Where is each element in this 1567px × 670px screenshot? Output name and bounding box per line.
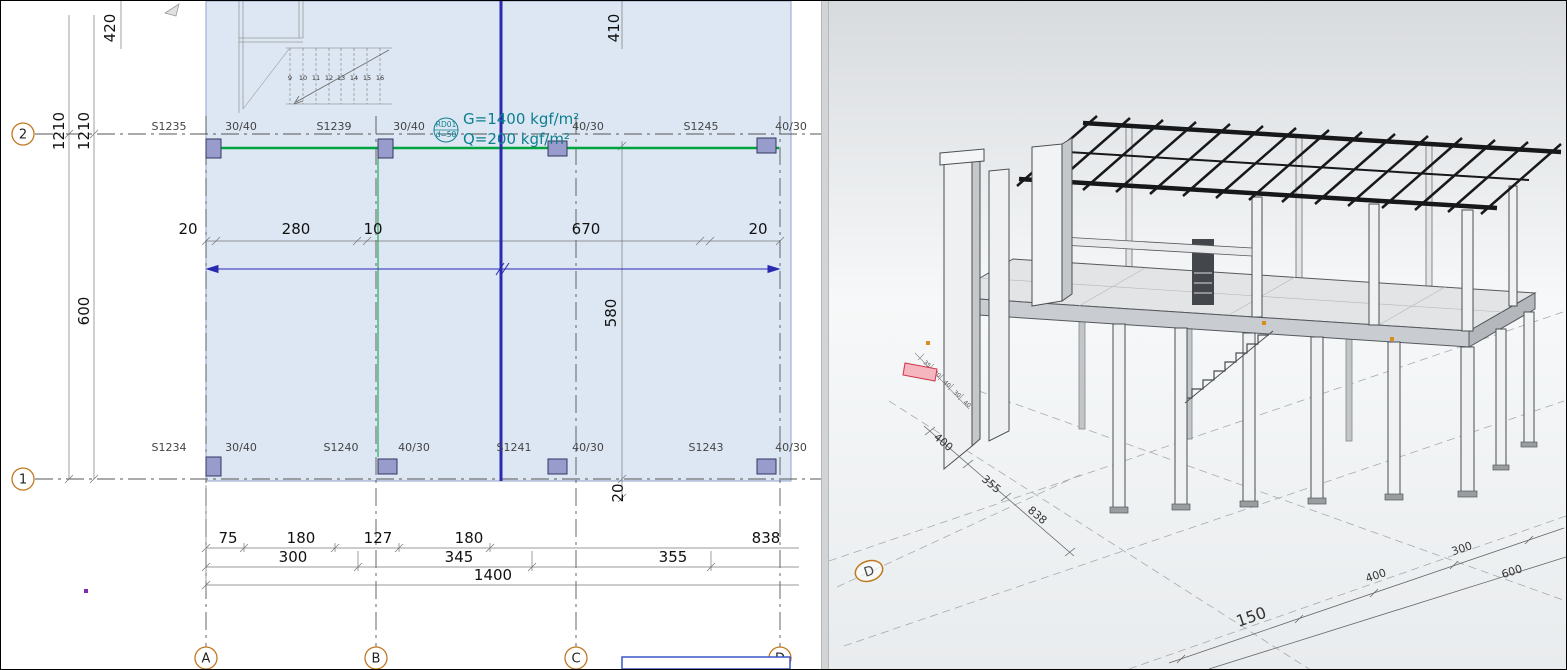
column-S1243[interactable]	[757, 459, 776, 474]
slab-tag-thickness: d=50	[436, 130, 457, 139]
dim-410: 410	[605, 14, 623, 43]
svg-text:127: 127	[364, 529, 393, 547]
svg-text:180: 180	[287, 529, 316, 547]
svg-text:355: 355	[659, 548, 688, 566]
load-label-g: G=1400 kgf/m²	[463, 110, 579, 128]
axis-label-C: C	[571, 652, 580, 667]
svg-text:30/40: 30/40	[225, 441, 257, 454]
svg-text:S1245: S1245	[684, 120, 719, 133]
svg-text:1400: 1400	[474, 566, 512, 584]
svg-text:75: 75	[218, 529, 237, 547]
svg-text:300: 300	[279, 548, 308, 566]
svg-text:30/40: 30/40	[225, 120, 257, 133]
column-S1241[interactable]	[548, 459, 567, 474]
svg-text:S1235: S1235	[152, 120, 187, 133]
dim-20-right: 20	[609, 483, 627, 502]
north-arrow-icon	[165, 4, 179, 16]
axis-label-1: 1	[19, 473, 27, 488]
svg-text:S1240: S1240	[324, 441, 359, 454]
svg-text:670: 670	[572, 220, 601, 238]
column-S1234[interactable]	[206, 457, 221, 476]
svg-text:40/30: 40/30	[775, 120, 807, 133]
dim-1210-a: 1210	[50, 112, 68, 150]
svg-text:13: 13	[337, 74, 345, 82]
column-S1239[interactable]	[378, 139, 393, 158]
svg-text:9: 9	[288, 74, 292, 82]
svg-text:20: 20	[178, 220, 197, 238]
text-box[interactable]	[622, 657, 790, 669]
svg-text:280: 280	[282, 220, 311, 238]
cad-window: 9 10 11 12 13 14 15 16	[0, 0, 1567, 670]
svg-text:15: 15	[363, 74, 371, 82]
svg-text:180: 180	[455, 529, 484, 547]
svg-text:S1241: S1241	[497, 441, 532, 454]
axis-label-A: A	[202, 652, 211, 667]
load-label-q: Q=200 kgf/m²	[463, 130, 570, 148]
svg-text:40/30: 40/30	[572, 441, 604, 454]
viewport-3d[interactable]: 400 355 838 150 400 300 600 35 30 40 30 …	[829, 1, 1566, 669]
dim-420: 420	[101, 14, 119, 43]
dim-580: 580	[602, 299, 620, 328]
axis-label-2: 2	[19, 128, 27, 143]
viewport-splitter[interactable]	[821, 1, 829, 669]
svg-text:10: 10	[363, 220, 382, 238]
svg-text:345: 345	[445, 548, 474, 566]
svg-text:20: 20	[748, 220, 767, 238]
svg-text:S1239: S1239	[317, 120, 352, 133]
svg-text:11: 11	[312, 74, 320, 82]
dim-1210-b: 1210	[75, 112, 93, 150]
svg-text:40/30: 40/30	[775, 441, 807, 454]
column-S1240[interactable]	[378, 459, 397, 474]
dimension-labels-bottom: 75 180 127 180 838 300 345 355 1400	[218, 529, 780, 584]
node-marker[interactable]	[84, 589, 88, 593]
svg-text:S1234: S1234	[152, 441, 187, 454]
svg-text:S1243: S1243	[689, 441, 724, 454]
plan-viewport[interactable]: 9 10 11 12 13 14 15 16	[1, 1, 821, 669]
svg-text:838: 838	[752, 529, 781, 547]
svg-text:40/30: 40/30	[398, 441, 430, 454]
dim-600: 600	[75, 297, 93, 326]
svg-text:30/40: 30/40	[393, 120, 425, 133]
column-S1245[interactable]	[757, 138, 776, 153]
svg-text:10: 10	[299, 74, 307, 82]
stair-step-numbers: 9 10 11 12 13 14 15 16	[288, 74, 384, 82]
axis-label-B: B	[372, 652, 381, 667]
svg-text:40/30: 40/30	[572, 120, 604, 133]
svg-text:14: 14	[350, 74, 358, 82]
slab-tag[interactable]: RD01 d=50	[434, 118, 458, 142]
svg-text:12: 12	[325, 74, 333, 82]
column-S1235[interactable]	[206, 139, 221, 158]
svg-text:16: 16	[376, 74, 384, 82]
slab-tag-name: RD01	[436, 120, 457, 129]
